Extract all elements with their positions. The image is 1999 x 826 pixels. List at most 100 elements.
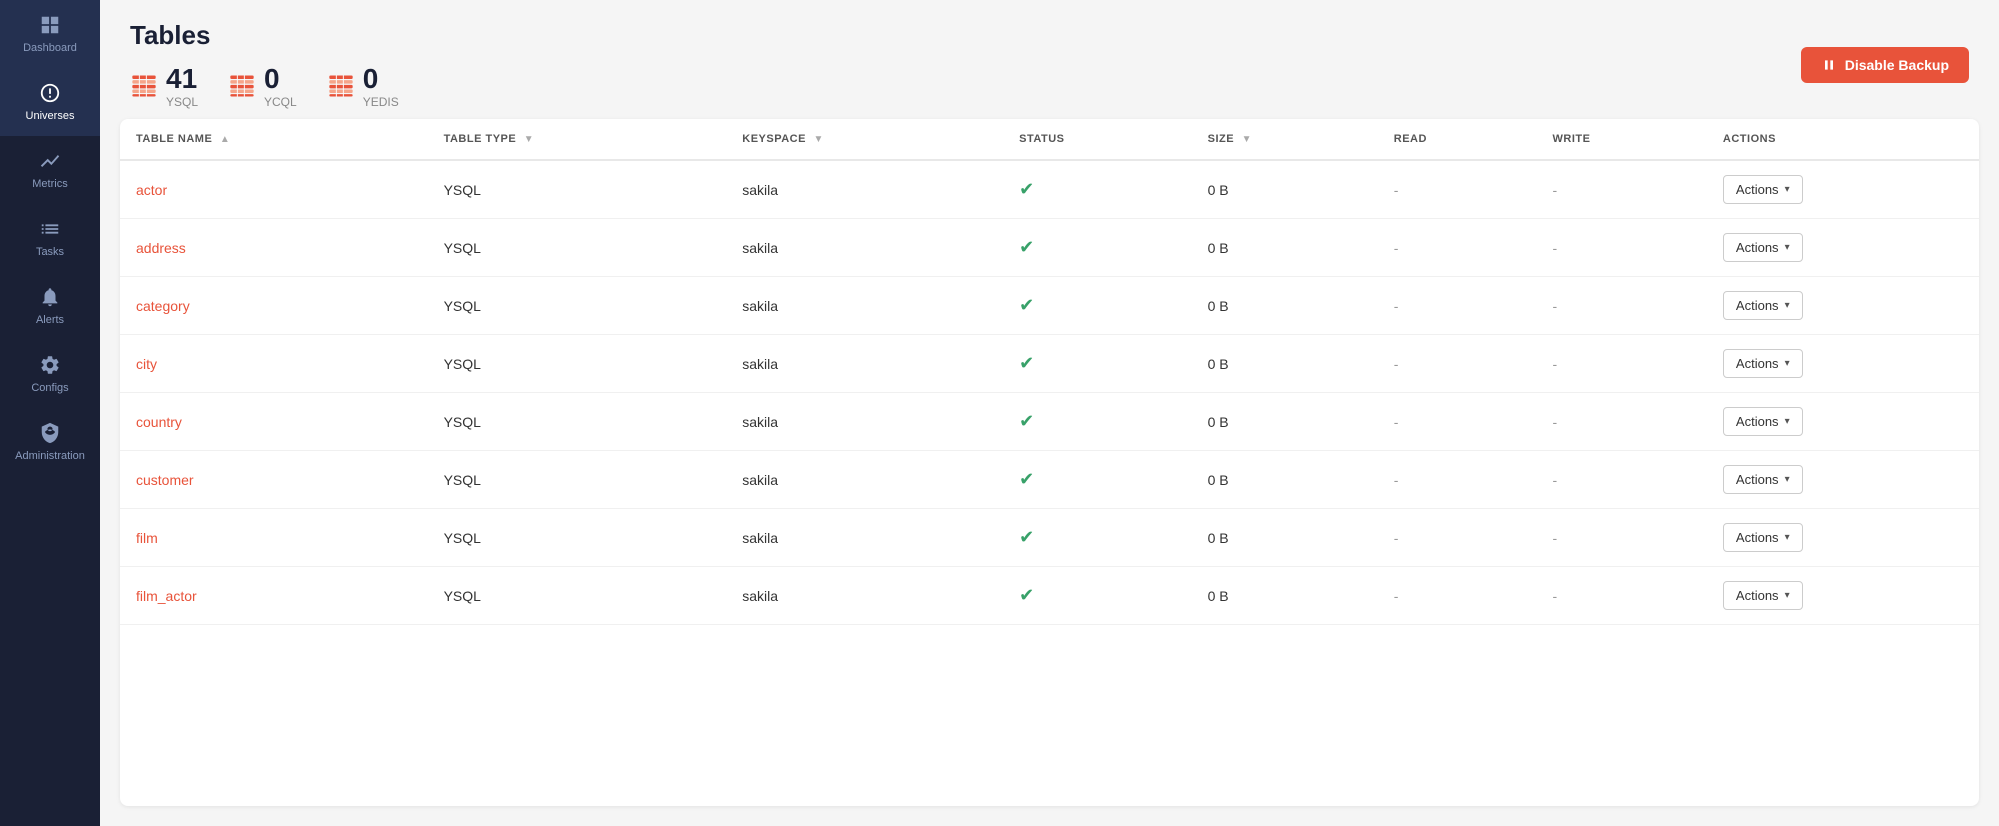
- sort-arrow-name: ▲: [220, 134, 230, 145]
- stat-label-ycql: YCQL: [264, 95, 297, 109]
- table-name-link-address[interactable]: address: [136, 240, 186, 256]
- col-header-name: TABLE NAME ▲: [120, 119, 428, 160]
- status-check-icon: ✔: [1019, 527, 1034, 547]
- cell-type-customer: YSQL: [428, 451, 727, 509]
- table-name-link-actor[interactable]: actor: [136, 182, 167, 198]
- cell-status-actor: ✔: [1003, 160, 1191, 219]
- sidebar-item-label-administration: Administration: [15, 450, 85, 462]
- table-name-link-city[interactable]: city: [136, 356, 157, 372]
- actions-caret-icon: ▾: [1785, 590, 1790, 601]
- table-name-link-customer[interactable]: customer: [136, 472, 194, 488]
- cell-keyspace-film: sakila: [726, 509, 1003, 567]
- dashboard-icon: [39, 14, 61, 36]
- cell-actions-address: Actions ▾: [1707, 219, 1979, 277]
- table-name-link-film_actor[interactable]: film_actor: [136, 588, 197, 604]
- stat-label-yedis: YEDIS: [363, 95, 399, 109]
- alerts-icon: [39, 286, 61, 308]
- actions-caret-icon: ▾: [1785, 242, 1790, 253]
- stat-count-yedis: 0: [363, 63, 379, 94]
- cell-type-film_actor: YSQL: [428, 567, 727, 625]
- actions-button-customer[interactable]: Actions ▾: [1723, 465, 1803, 494]
- status-check-icon: ✔: [1019, 411, 1034, 431]
- cell-name-address: address: [120, 219, 428, 277]
- status-check-icon: ✔: [1019, 237, 1034, 257]
- sidebar-item-metrics[interactable]: Metrics: [0, 136, 100, 204]
- disable-backup-button[interactable]: Disable Backup: [1801, 47, 1969, 83]
- table-name-link-film[interactable]: film: [136, 530, 158, 546]
- status-check-icon: ✔: [1019, 469, 1034, 489]
- universes-icon: [39, 82, 61, 104]
- cell-size-city: 0 B: [1192, 335, 1378, 393]
- cell-size-address: 0 B: [1192, 219, 1378, 277]
- tables-table: TABLE NAME ▲ TABLE TYPE ▼ KEYSPACE ▼ STA…: [120, 119, 1979, 625]
- stat-yedis: 0 YEDIS: [327, 63, 399, 109]
- sidebar-item-alerts[interactable]: Alerts: [0, 272, 100, 340]
- cell-size-country: 0 B: [1192, 393, 1378, 451]
- cell-write-country: -: [1537, 393, 1707, 451]
- cell-type-address: YSQL: [428, 219, 727, 277]
- stats-row: 41 YSQL 0: [130, 63, 399, 109]
- cell-name-actor: actor: [120, 160, 428, 219]
- cell-name-city: city: [120, 335, 428, 393]
- table-icon-ycql: [228, 72, 256, 100]
- cell-write-address: -: [1537, 219, 1707, 277]
- table-header-row: TABLE NAME ▲ TABLE TYPE ▼ KEYSPACE ▼ STA…: [120, 119, 1979, 160]
- sidebar-item-label-universes: Universes: [26, 110, 75, 122]
- actions-label: Actions: [1736, 356, 1779, 371]
- col-header-actions: ACTIONS: [1707, 119, 1979, 160]
- cell-actions-film: Actions ▾: [1707, 509, 1979, 567]
- cell-size-actor: 0 B: [1192, 160, 1378, 219]
- cell-type-film: YSQL: [428, 509, 727, 567]
- status-check-icon: ✔: [1019, 353, 1034, 373]
- tasks-icon: [39, 218, 61, 240]
- cell-read-category: -: [1378, 277, 1537, 335]
- cell-keyspace-actor: sakila: [726, 160, 1003, 219]
- actions-button-category[interactable]: Actions ▾: [1723, 291, 1803, 320]
- actions-caret-icon: ▾: [1785, 300, 1790, 311]
- actions-label: Actions: [1736, 472, 1779, 487]
- cell-write-category: -: [1537, 277, 1707, 335]
- cell-status-address: ✔: [1003, 219, 1191, 277]
- sidebar-item-label-alerts: Alerts: [36, 314, 64, 326]
- header: Tables 41 YSQL: [100, 0, 1999, 119]
- actions-button-city[interactable]: Actions ▾: [1723, 349, 1803, 378]
- sidebar-item-tasks[interactable]: Tasks: [0, 204, 100, 272]
- actions-label: Actions: [1736, 240, 1779, 255]
- sidebar-item-universes[interactable]: Universes: [0, 68, 100, 136]
- actions-button-country[interactable]: Actions ▾: [1723, 407, 1803, 436]
- cell-write-film: -: [1537, 509, 1707, 567]
- cell-type-actor: YSQL: [428, 160, 727, 219]
- cell-read-film: -: [1378, 509, 1537, 567]
- cell-read-actor: -: [1378, 160, 1537, 219]
- cell-read-film_actor: -: [1378, 567, 1537, 625]
- table-icon-ysql: [130, 72, 158, 100]
- cell-size-customer: 0 B: [1192, 451, 1378, 509]
- administration-icon: [39, 422, 61, 444]
- cell-status-country: ✔: [1003, 393, 1191, 451]
- cell-size-film: 0 B: [1192, 509, 1378, 567]
- col-header-status: STATUS: [1003, 119, 1191, 160]
- sidebar-item-dashboard[interactable]: Dashboard: [0, 0, 100, 68]
- cell-write-city: -: [1537, 335, 1707, 393]
- sidebar-item-label-dashboard: Dashboard: [23, 42, 77, 54]
- table-row: city YSQL sakila ✔ 0 B - - Actions ▾: [120, 335, 1979, 393]
- table-name-link-country[interactable]: country: [136, 414, 182, 430]
- cell-name-film: film: [120, 509, 428, 567]
- col-header-write: WRITE: [1537, 119, 1707, 160]
- cell-size-film_actor: 0 B: [1192, 567, 1378, 625]
- actions-caret-icon: ▾: [1785, 532, 1790, 543]
- actions-button-actor[interactable]: Actions ▾: [1723, 175, 1803, 204]
- col-header-read: READ: [1378, 119, 1537, 160]
- table-name-link-category[interactable]: category: [136, 298, 190, 314]
- sidebar-item-configs[interactable]: Configs: [0, 340, 100, 408]
- cell-keyspace-country: sakila: [726, 393, 1003, 451]
- table-row: category YSQL sakila ✔ 0 B - - Actions ▾: [120, 277, 1979, 335]
- metrics-icon: [39, 150, 61, 172]
- sidebar-item-administration[interactable]: Administration: [0, 408, 100, 476]
- table-row: film YSQL sakila ✔ 0 B - - Actions ▾: [120, 509, 1979, 567]
- cell-write-customer: -: [1537, 451, 1707, 509]
- table-row: customer YSQL sakila ✔ 0 B - - Actions ▾: [120, 451, 1979, 509]
- actions-button-address[interactable]: Actions ▾: [1723, 233, 1803, 262]
- actions-button-film[interactable]: Actions ▾: [1723, 523, 1803, 552]
- actions-button-film_actor[interactable]: Actions ▾: [1723, 581, 1803, 610]
